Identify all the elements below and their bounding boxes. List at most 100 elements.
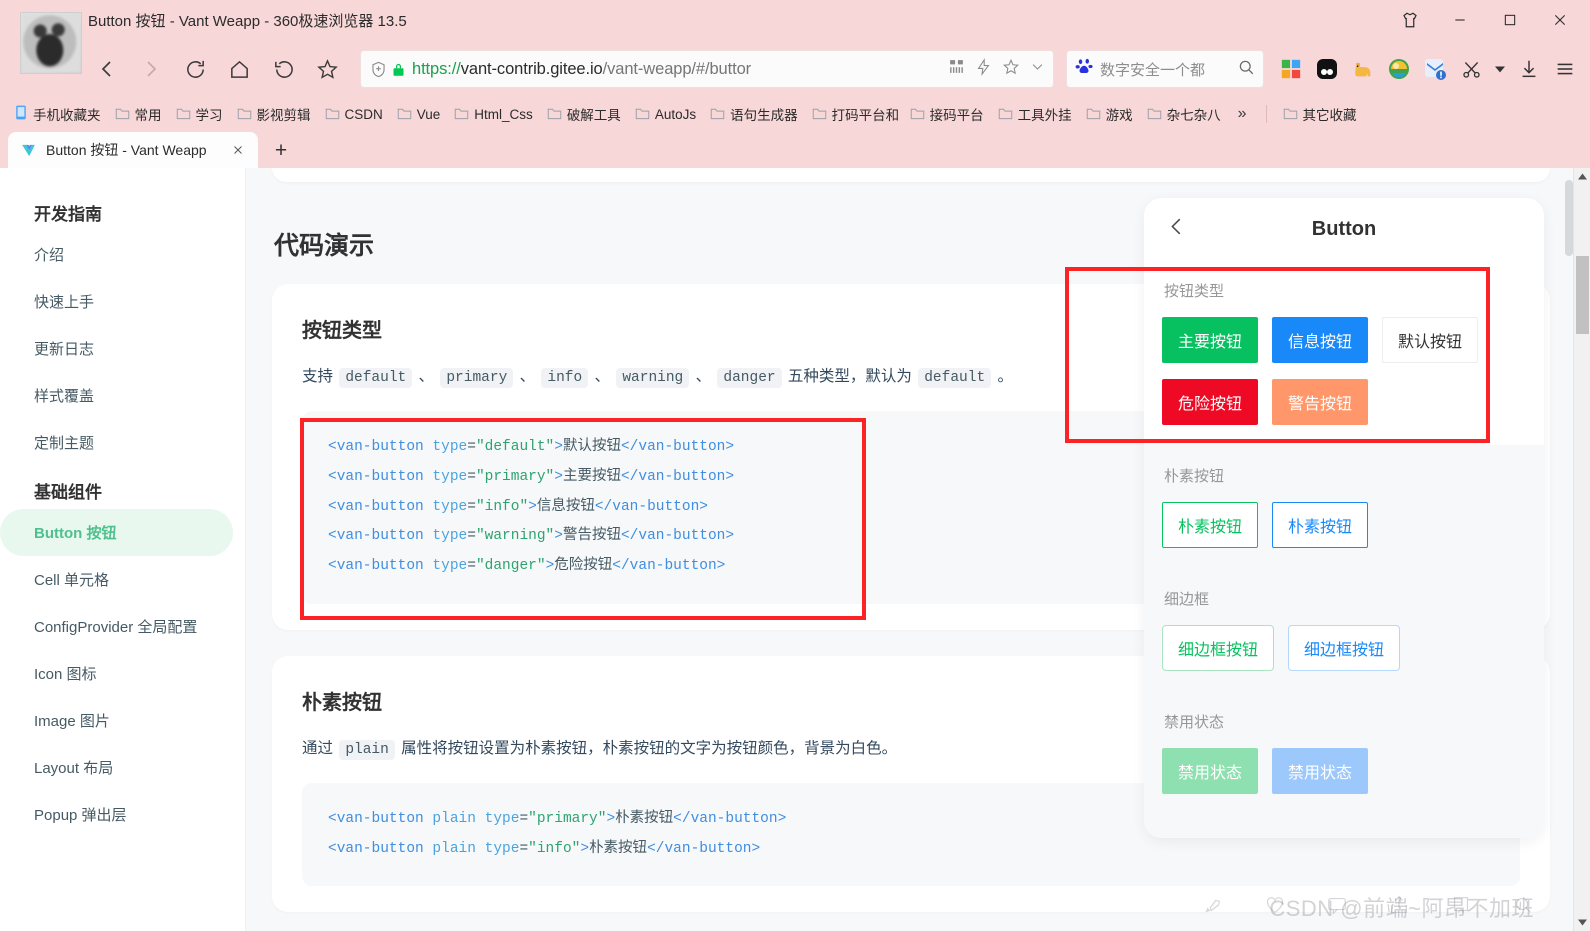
description-text: 、 [515, 368, 540, 385]
foxmail-icon[interactable] [1422, 56, 1448, 82]
bookmark-other-folder[interactable]: 其它收藏 [1277, 101, 1363, 127]
inner-scrollbar[interactable] [1565, 180, 1573, 910]
bookmark-label: 游戏 [1105, 108, 1133, 123]
preview-button-row: 危险按钮 警告按钮 [1162, 379, 1526, 425]
preview-button-hair-info[interactable]: 细边框按钮 [1288, 625, 1400, 671]
chevron-down-icon[interactable] [1030, 59, 1045, 79]
phone-bookmark-icon [14, 105, 28, 123]
bookmark-item[interactable]: CSDN [319, 103, 389, 126]
inline-code: danger [717, 368, 782, 388]
bookmark-item[interactable]: 手机收藏夹 [8, 101, 107, 127]
code-token: "default" [475, 439, 555, 456]
bookmark-item[interactable]: 工具外挂 [992, 101, 1078, 127]
preview-button-info[interactable]: 信息按钮 [1272, 317, 1368, 363]
sidebar-item-popup[interactable]: Popup 弹出层 [0, 791, 233, 838]
scissors-dropdown-icon[interactable] [1494, 56, 1506, 82]
bookmark-item[interactable]: 常用 [109, 101, 168, 127]
search-input[interactable]: 数字安全一个都 [1100, 59, 1231, 80]
browser-tab[interactable]: Button 按钮 - Vant Weapp [8, 132, 258, 168]
undo-icon[interactable] [262, 48, 304, 90]
sidebar-item-介绍[interactable]: 介绍 [0, 231, 233, 278]
sidebar-item-configprovider[interactable]: ConfigProvider 全局配置 [0, 603, 233, 650]
url-text[interactable]: https://vant-contrib.gitee.io/vant-weapp… [412, 60, 940, 79]
browser-scrollbar-thumb[interactable] [1576, 256, 1589, 334]
back-icon[interactable] [86, 48, 128, 90]
bookmark-item[interactable]: 打码平台和 [806, 101, 902, 127]
lightning-icon[interactable] [975, 57, 992, 81]
inline-code: info [541, 368, 589, 388]
bookmark-item[interactable]: Html_Css [448, 103, 539, 126]
scroll-down-arrow[interactable] [1574, 914, 1590, 931]
preview-button-dis-primary[interactable]: 禁用状态 [1162, 748, 1258, 794]
preview-button-plain-primary[interactable]: 朴素按钮 [1162, 502, 1258, 548]
qrcode-icon[interactable] [948, 58, 965, 80]
maximize-icon[interactable] [1488, 3, 1532, 37]
sidebar-item-icon[interactable]: Icon 图标 [0, 650, 233, 697]
sidebar-item-layout[interactable]: Layout 布局 [0, 744, 233, 791]
bookmark-star-icon[interactable] [1002, 58, 1020, 81]
sidebar-item-样式覆盖[interactable]: 样式覆盖 [0, 372, 233, 419]
bookmark-item[interactable]: 杂七杂八 [1141, 101, 1227, 127]
tab-strip: Button 按钮 - Vant Weapp + [0, 130, 1590, 168]
preview-button-dis-info[interactable]: 禁用状态 [1272, 748, 1368, 794]
sidebar-item-button[interactable]: Button 按钮 [0, 509, 233, 556]
bookmark-item[interactable]: Vue [391, 103, 447, 126]
menu-icon[interactable] [1552, 56, 1578, 82]
close-icon[interactable] [1538, 3, 1582, 37]
search-box[interactable]: 数字安全一个都 [1066, 50, 1264, 88]
browser-scrollbar[interactable] [1573, 168, 1590, 931]
scroll-up-arrow[interactable] [1574, 168, 1590, 185]
sidebar-item-cell[interactable]: Cell 单元格 [0, 556, 233, 603]
code-token: </van-button> [594, 498, 708, 515]
bookmark-item[interactable]: 破解工具 [541, 101, 627, 127]
shield-icon[interactable] [369, 60, 388, 79]
preview-button-default[interactable]: 默认按钮 [1382, 317, 1478, 363]
bookmark-item[interactable]: 影视剪辑 [231, 101, 317, 127]
bookmark-item[interactable]: 游戏 [1080, 101, 1139, 127]
sidebar-item-更新日志[interactable]: 更新日志 [0, 325, 233, 372]
bookmark-item[interactable]: 语句生成器 [704, 101, 804, 127]
minimize-icon[interactable] [1438, 3, 1482, 37]
close-icon[interactable] [228, 140, 248, 160]
cat-icon[interactable] [1350, 56, 1376, 82]
home-icon[interactable] [218, 48, 260, 90]
address-bar[interactable]: https://vant-contrib.gitee.io/vant-weapp… [360, 50, 1054, 88]
skin-icon[interactable] [1388, 3, 1432, 37]
windows-grid-icon[interactable] [1278, 56, 1304, 82]
sidebar-item-image[interactable]: Image 图片 [0, 697, 233, 744]
code-token: 危险按钮 [554, 557, 613, 574]
panda-icon[interactable] [1314, 56, 1340, 82]
sidebar-item-快速上手[interactable]: 快速上手 [0, 278, 233, 325]
bookmark-item[interactable]: 学习 [170, 101, 229, 127]
bookmarks-overflow-button[interactable]: » [1229, 102, 1256, 126]
bookmark-item[interactable]: AutoJs [629, 103, 702, 126]
code-token: <van-button [328, 810, 424, 827]
inner-scrollbar-thumb[interactable] [1565, 180, 1573, 256]
folder-icon [1283, 106, 1298, 123]
preview-button-danger[interactable]: 危险按钮 [1162, 379, 1258, 425]
preview-button-plain-info[interactable]: 朴素按钮 [1272, 502, 1368, 548]
bookmark-item[interactable]: 接码平台 [904, 101, 990, 127]
preview-block: 按钮类型主要按钮 信息按钮 默认按钮危险按钮 警告按钮 [1144, 260, 1544, 445]
preview-button-primary[interactable]: 主要按钮 [1162, 317, 1258, 363]
preview-block-label: 按钮类型 [1164, 283, 1225, 300]
code-token: </van-button> [673, 810, 787, 827]
new-tab-button[interactable]: + [264, 134, 298, 168]
sidebar-item-定制主题[interactable]: 定制主题 [0, 419, 233, 466]
chevron-left-icon[interactable] [1166, 216, 1188, 243]
preview-title: Button [1311, 217, 1377, 240]
lock-icon [391, 61, 406, 78]
reload-icon[interactable] [174, 48, 216, 90]
preview-button-warning[interactable]: 警告按钮 [1272, 379, 1368, 425]
user-avatar[interactable] [20, 12, 82, 74]
bookmark-label: 学习 [195, 108, 223, 123]
preview-button-row: 细边框按钮 细边框按钮 [1162, 625, 1526, 671]
rainbow-ball-icon[interactable] [1386, 56, 1412, 82]
download-icon[interactable] [1516, 56, 1542, 82]
scissors-icon[interactable] [1458, 56, 1484, 82]
star-icon[interactable] [306, 48, 348, 90]
preview-button-hair-primary[interactable]: 细边框按钮 [1162, 625, 1274, 671]
url-scheme: https:// [412, 59, 461, 78]
search-icon[interactable] [1237, 58, 1255, 81]
forward-icon[interactable] [130, 48, 172, 90]
